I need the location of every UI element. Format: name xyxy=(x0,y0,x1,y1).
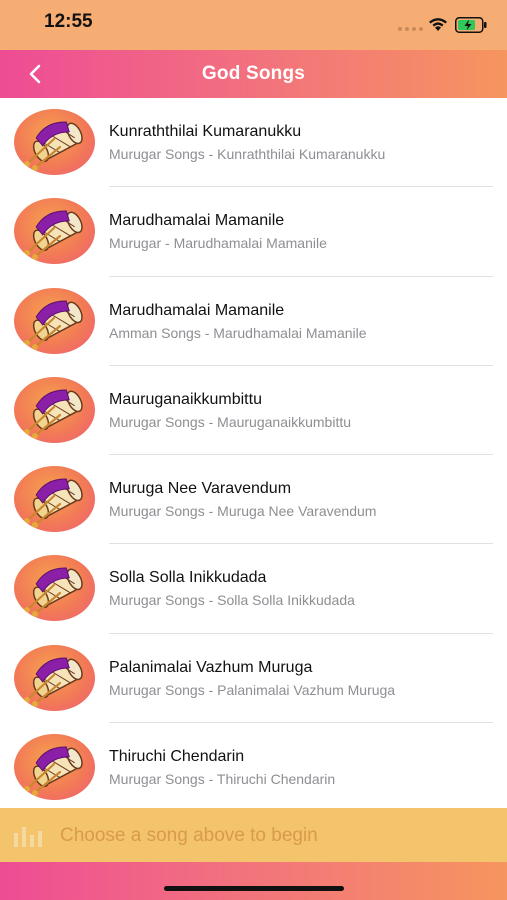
song-subtitle: Murugar Songs - Solla Solla Inikkudada xyxy=(109,592,355,609)
song-row-1[interactable]: Kunraththilai Kumaranukku Murugar Songs … xyxy=(0,98,507,188)
song-title: Marudhamalai Mamanile xyxy=(109,301,285,319)
drum-thumbnail-icon xyxy=(14,644,95,711)
song-subtitle: Murugar Songs - Palanimalai Vazhum Murug… xyxy=(109,681,396,698)
wifi-icon xyxy=(429,18,447,31)
song-title: Muruga Nee Varavendum xyxy=(109,480,292,498)
drum-thumbnail-icon xyxy=(14,466,95,533)
song-row-4[interactable]: Mauruganaikkumbittu Murugar Songs - Maur… xyxy=(0,366,507,456)
drum-thumbnail-icon xyxy=(14,287,95,354)
song-row-8[interactable]: Thiruchi Chendarin Murugar Songs - Thiru… xyxy=(0,723,507,813)
song-title: Palanimalai Vazhum Muruga xyxy=(109,658,313,676)
status-bar: 12:55 xyxy=(0,0,507,50)
home-indicator[interactable] xyxy=(164,886,344,891)
song-title: Solla Solla Inikkudada xyxy=(109,569,267,587)
song-title: Mauruganaikkumbittu xyxy=(109,390,262,408)
signal-dots-icon xyxy=(398,27,423,31)
nav-bar: God Songs xyxy=(0,50,507,98)
song-row-3[interactable]: Marudhamalai Mamanile Amman Songs - Maru… xyxy=(0,277,507,366)
song-row-7[interactable]: Palanimalai Vazhum Muruga Murugar Songs … xyxy=(0,634,507,724)
song-subtitle: Murugar Songs - Thiruchi Chendarin xyxy=(109,771,336,788)
drum-thumbnail-icon xyxy=(14,109,95,175)
status-time: 12:55 xyxy=(44,11,93,32)
page-title: God Songs xyxy=(201,63,306,84)
song-subtitle: Murugar Songs - Muruga Nee Varavendum xyxy=(109,503,377,520)
player-bar[interactable]: Choose a song above to begin xyxy=(0,808,507,862)
song-list: Kunraththilai Kumaranukku Murugar Songs … xyxy=(0,98,507,813)
song-subtitle: Murugar - Marudhamalai Mamanile xyxy=(109,235,327,252)
song-subtitle: Murugar Songs - Mauruganaikkumbittu xyxy=(109,413,352,430)
song-title: Thiruchi Chendarin xyxy=(109,748,245,766)
song-row-6[interactable]: Solla Solla Inikkudada Murugar Songs - S… xyxy=(0,544,507,634)
song-title: Marudhamalai Mamanile xyxy=(109,212,285,230)
battery-icon xyxy=(455,17,487,33)
song-title: Kunraththilai Kumaranukku xyxy=(109,123,302,140)
home-area xyxy=(0,862,507,900)
equalizer-bars-icon xyxy=(14,827,42,847)
drum-thumbnail-icon xyxy=(14,734,95,801)
song-row-2[interactable]: Marudhamalai Mamanile Murugar - Marudham… xyxy=(0,187,507,277)
drum-thumbnail-icon xyxy=(14,376,95,443)
drum-thumbnail-icon xyxy=(14,555,95,622)
song-subtitle: Murugar Songs - Kunraththilai Kumaranukk… xyxy=(109,146,386,162)
drum-thumbnail-icon xyxy=(14,198,95,265)
song-subtitle: Amman Songs - Marudhamalai Mamanile xyxy=(109,324,367,341)
player-prompt: Choose a song above to begin xyxy=(60,825,318,846)
song-row-5[interactable]: Muruga Nee Varavendum Murugar Songs - Mu… xyxy=(0,455,507,545)
